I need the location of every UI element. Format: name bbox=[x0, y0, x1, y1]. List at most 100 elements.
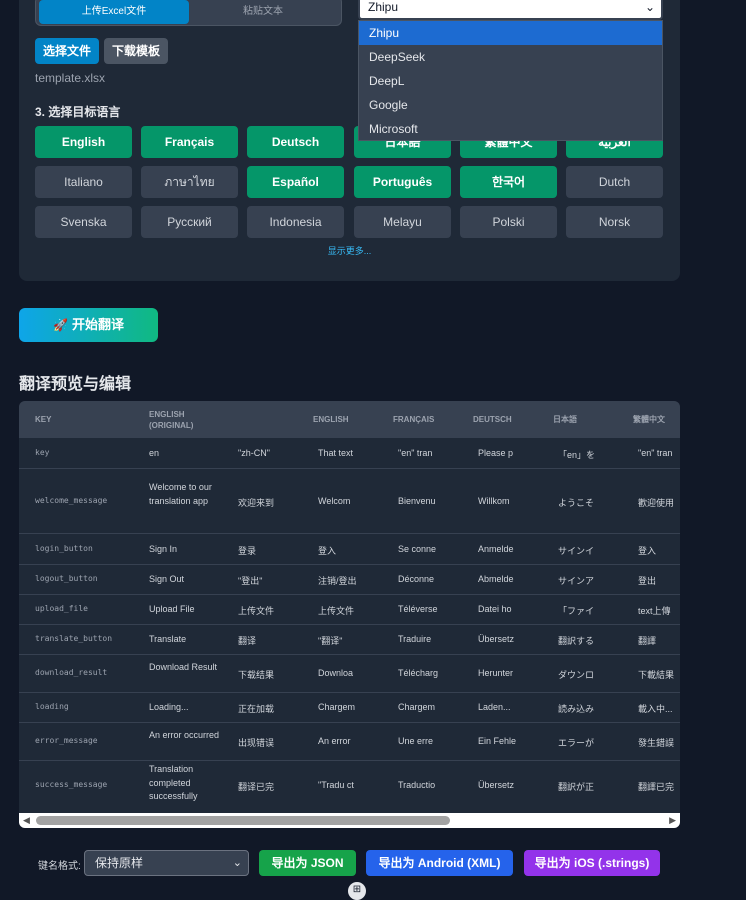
table-cell[interactable]: 出现错误 bbox=[238, 736, 308, 749]
engine-option-deepl[interactable]: DeepL bbox=[359, 69, 662, 93]
table-cell[interactable]: "Tradu ct bbox=[318, 780, 358, 790]
table-row: upload_file Upload File 上传文件 上传文件 Téléverse D… bbox=[19, 594, 680, 625]
table-cell[interactable]: Übersetz bbox=[478, 780, 518, 790]
table-cell[interactable]: Willkom bbox=[478, 496, 518, 506]
table-cell[interactable]: "zh-CN" bbox=[238, 448, 308, 458]
table-cell[interactable]: Download Result bbox=[149, 661, 221, 675]
table-cell[interactable]: 上传文件 bbox=[318, 604, 358, 617]
cell-key: translate_button bbox=[35, 634, 113, 643]
table-row: success_message Translation completed suc… bbox=[19, 760, 680, 811]
chevron-down-icon: ⌄ bbox=[644, 0, 655, 14]
table-cell[interactable]: エラーが bbox=[558, 736, 598, 749]
table-cell[interactable]: "翻译" bbox=[318, 634, 358, 647]
table-cell[interactable]: 翻訳が正 bbox=[558, 780, 598, 793]
table-cell[interactable]: Übersetz bbox=[478, 634, 518, 644]
table-cell[interactable]: Traductio bbox=[398, 780, 438, 790]
table-cell[interactable]: 翻译 bbox=[238, 634, 308, 647]
header-francais: FRANÇAIS bbox=[393, 415, 435, 424]
table-cell[interactable]: text上傳 bbox=[638, 604, 680, 617]
table-cell[interactable]: 注销/登出 bbox=[318, 574, 358, 587]
table-cell[interactable]: サインア bbox=[558, 574, 598, 587]
table-cell[interactable]: Chargem bbox=[318, 702, 358, 712]
table-cell[interactable]: Déconne bbox=[398, 574, 438, 584]
engine-select-value: Zhipu bbox=[368, 0, 399, 14]
table-cell[interactable]: 「ファイ bbox=[558, 604, 598, 617]
table-cell[interactable]: 下载结果 bbox=[238, 668, 308, 681]
table-cell[interactable]: "en" tran bbox=[638, 448, 680, 458]
table-cell[interactable]: 發生錯誤 bbox=[638, 736, 680, 749]
table-cell[interactable]: Bienvenu bbox=[398, 496, 438, 506]
table-cell[interactable]: Herunter bbox=[478, 668, 518, 678]
table-cell[interactable]: 読み込み bbox=[558, 702, 598, 715]
table-cell[interactable]: Upload File bbox=[149, 603, 221, 617]
table-cell[interactable]: Loading... bbox=[149, 701, 221, 715]
table-cell[interactable]: Laden... bbox=[478, 702, 518, 712]
table-cell[interactable]: 上传文件 bbox=[238, 604, 308, 617]
table-cell[interactable]: Sign Out bbox=[149, 573, 221, 587]
scroll-right-icon[interactable]: ▶ bbox=[669, 815, 676, 826]
table-cell[interactable]: An error occurred bbox=[149, 729, 221, 743]
table-cell[interactable]: Translation completed successfully bbox=[149, 763, 221, 804]
table-cell[interactable]: Anmelde bbox=[478, 544, 518, 554]
table-cell[interactable]: Translate bbox=[149, 633, 221, 647]
table-cell[interactable]: ようこそ bbox=[558, 496, 598, 509]
table-cell[interactable]: "en" tran bbox=[398, 448, 438, 458]
header-english: ENGLISH bbox=[313, 415, 349, 424]
table-cell[interactable]: Datei ho bbox=[478, 604, 518, 614]
engine-option-zhipu[interactable]: Zhipu bbox=[359, 21, 662, 45]
table-row: download_result Download Result 下载结果 Downlo… bbox=[19, 654, 680, 693]
table-cell[interactable]: en bbox=[149, 447, 221, 461]
table-cell[interactable]: 正在加载 bbox=[238, 702, 308, 715]
table-cell[interactable]: Welcom bbox=[318, 496, 358, 506]
table-cell[interactable]: 登出 bbox=[638, 574, 680, 587]
horizontal-scrollbar[interactable]: ◀ ▶ bbox=[19, 813, 680, 828]
table-cell[interactable]: サインイ bbox=[558, 544, 598, 557]
engine-option-google[interactable]: Google bbox=[359, 93, 662, 117]
chevron-down-icon: ⌄ bbox=[232, 857, 242, 869]
table-cell[interactable]: "登出" bbox=[238, 574, 308, 587]
table-cell[interactable]: Abmelde bbox=[478, 574, 518, 584]
table-cell[interactable]: 「en」を bbox=[558, 448, 598, 461]
table-cell[interactable]: ダウンロ bbox=[558, 668, 598, 681]
engine-select[interactable]: Zhipu ⌄ bbox=[358, 0, 663, 20]
scrollbar-thumb[interactable] bbox=[36, 816, 450, 825]
table-cell[interactable]: Chargem bbox=[398, 702, 438, 712]
table-cell[interactable]: 登录 bbox=[238, 544, 308, 557]
table-cell[interactable]: 翻译已完 bbox=[238, 780, 308, 793]
table-cell[interactable]: Welcome to our translation app bbox=[149, 481, 221, 508]
start-translation-button[interactable]: 🚀 开始翻译 bbox=[19, 308, 158, 342]
table-cell[interactable]: 翻訳する bbox=[558, 634, 598, 647]
table-cell[interactable]: 載入中... bbox=[638, 702, 680, 715]
table-cell[interactable]: 歡迎使用 bbox=[638, 496, 680, 509]
table-cell[interactable]: Sign In bbox=[149, 543, 221, 557]
key-format-select[interactable]: 保持原样 ⌄ bbox=[84, 850, 249, 876]
table-cell[interactable]: 翻譯 bbox=[638, 634, 680, 647]
table-cell[interactable]: Traduire bbox=[398, 634, 438, 644]
table-cell[interactable]: Ein Fehle bbox=[478, 736, 518, 746]
table-cell[interactable]: Se conne bbox=[398, 544, 438, 554]
engine-option-deepseek[interactable]: DeepSeek bbox=[359, 45, 662, 69]
table-cell[interactable]: Téléverse bbox=[398, 604, 438, 614]
header-japanese: 日本語 bbox=[553, 415, 577, 424]
table-cell[interactable]: An error bbox=[318, 736, 358, 746]
floating-action-icon[interactable]: ⊞ bbox=[348, 882, 366, 900]
engine-option-microsoft[interactable]: Microsoft bbox=[359, 117, 662, 141]
table-cell[interactable]: 登入 bbox=[318, 544, 358, 557]
table-row: login_button Sign In 登录 登入 Se conne Anmelde サイ… bbox=[19, 533, 680, 565]
table-cell[interactable]: 登入 bbox=[638, 544, 680, 557]
table-cell[interactable]: Télécharg bbox=[398, 668, 438, 678]
table-cell[interactable]: 下載結果 bbox=[638, 668, 680, 681]
table-cell[interactable]: Downloa bbox=[318, 668, 358, 678]
show-more-link[interactable]: 显示更多... bbox=[19, 244, 680, 257]
table-cell[interactable]: Please p bbox=[478, 448, 518, 458]
table-cell[interactable]: 翻譯已完 bbox=[638, 780, 680, 793]
scroll-left-icon[interactable]: ◀ bbox=[23, 815, 30, 826]
export-android-button[interactable]: 导出为 Android (XML) bbox=[366, 850, 513, 876]
table-cell[interactable]: That text bbox=[318, 448, 358, 458]
table-cell[interactable]: Une erre bbox=[398, 736, 438, 746]
table-row: translate_button Translate 翻译 "翻译" Traduire Ü… bbox=[19, 624, 680, 655]
table-cell[interactable]: 欢迎来到 bbox=[238, 496, 308, 509]
export-json-button[interactable]: 导出为 JSON bbox=[259, 850, 356, 876]
table-row: error_message An error occurred 出现错误 An err… bbox=[19, 722, 680, 761]
export-ios-button[interactable]: 导出为 iOS (.strings) bbox=[524, 850, 660, 876]
